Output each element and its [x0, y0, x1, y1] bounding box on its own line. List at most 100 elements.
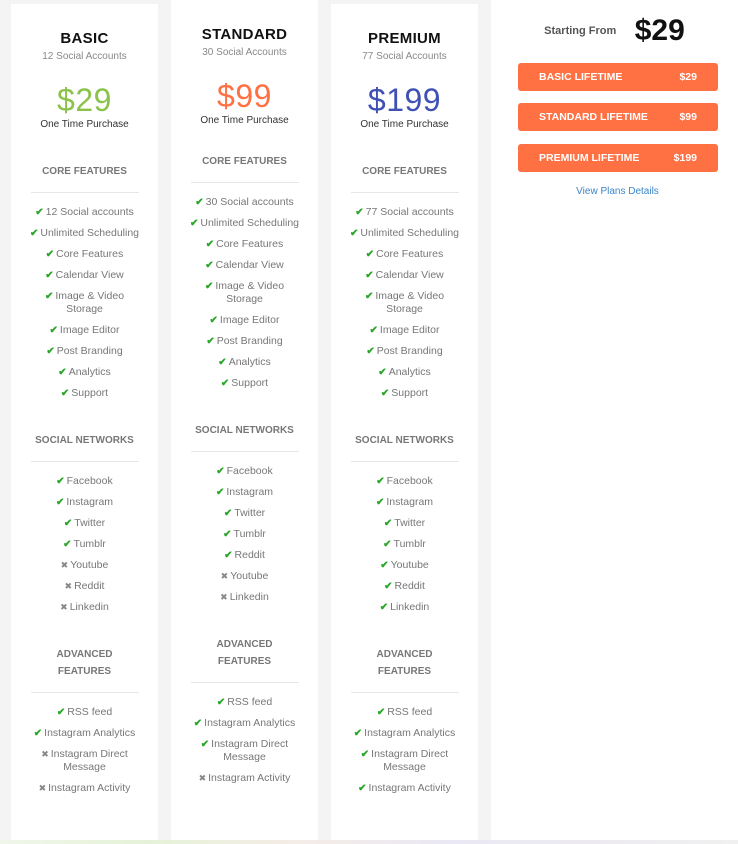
- section-divider: [190, 682, 299, 683]
- premium-lifetime-button[interactable]: PREMIUM LIFETIME $199: [518, 144, 718, 172]
- button-label: STANDARD LIFETIME: [539, 111, 648, 123]
- check-icon: ✔: [33, 728, 43, 739]
- check-icon: ✔: [353, 728, 363, 739]
- feature-label: Image Editor: [219, 314, 280, 326]
- feature-item: ✔ 77 Social accounts: [349, 206, 461, 219]
- check-icon: ✔: [204, 281, 214, 292]
- feature-label: Core Features: [56, 248, 124, 260]
- feature-label: Youtube: [70, 559, 109, 571]
- check-icon: ✔: [189, 218, 199, 229]
- check-icon: ✔: [216, 697, 226, 708]
- feature-label: Support: [231, 377, 269, 389]
- feature-item: ✔ RSS feed: [29, 706, 141, 719]
- check-icon: ✔: [365, 249, 375, 260]
- check-icon: ✔: [60, 388, 70, 399]
- x-icon: ✖: [60, 560, 69, 570]
- feature-item: ✖ Linkedin: [29, 601, 141, 614]
- feature-label: Instagram: [66, 496, 114, 508]
- plan-card-basic: BASIC 12 Social Accounts $29 One Time Purch…: [11, 4, 158, 840]
- feature-label: Tumblr: [233, 528, 266, 540]
- feature-item: ✔ Unlimited Scheduling: [189, 217, 301, 230]
- feature-label: Post Branding: [56, 345, 123, 357]
- feature-item: ✔ Facebook: [189, 465, 301, 478]
- feature-label: Linkedin: [69, 601, 109, 613]
- feature-item: ✖ Reddit: [29, 580, 141, 593]
- feature-item: ✔ Instagram Direct Message: [349, 748, 461, 774]
- check-icon: ✔: [206, 336, 215, 347]
- check-icon: ✔: [224, 550, 233, 561]
- feature-label: Post Branding: [216, 335, 283, 347]
- feature-item: ✔ RSS feed: [189, 696, 301, 709]
- check-icon: ✔: [216, 466, 225, 477]
- feature-item: ✔ Unlimited Scheduling: [29, 227, 141, 240]
- check-icon: ✔: [56, 707, 66, 718]
- feature-item: ✖ Youtube: [189, 570, 301, 583]
- feature-item: ✔ Facebook: [29, 475, 141, 488]
- check-icon: ✔: [365, 270, 374, 281]
- x-icon: ✖: [220, 592, 228, 602]
- feature-label: Youtube: [230, 570, 269, 582]
- x-icon: ✖: [64, 581, 73, 591]
- plan-accounts: 77 Social Accounts: [362, 51, 447, 62]
- feature-item: ✔ Calendar View: [349, 269, 461, 282]
- plan-payment-note: One Time Purchase: [40, 119, 129, 130]
- section-title-social-networks: SOCIAL NETWORKS: [35, 435, 134, 446]
- check-icon: ✔: [369, 325, 378, 336]
- feature-label: Support: [71, 387, 109, 399]
- feature-label: Image & Video Storage: [375, 290, 445, 315]
- feature-label: Instagram Analytics: [364, 727, 456, 739]
- section-divider: [30, 692, 139, 693]
- feature-item: ✔ Analytics: [189, 356, 301, 369]
- feature-item: ✔ Instagram Analytics: [349, 727, 461, 740]
- standard-lifetime-button[interactable]: STANDARD LIFETIME $99: [518, 103, 718, 131]
- check-icon: ✔: [220, 378, 230, 389]
- feature-item: ✔ Analytics: [29, 366, 141, 379]
- starting-from-label: Starting From: [544, 25, 617, 37]
- feature-item: ✔ 12 Social accounts: [29, 206, 141, 219]
- check-icon: ✔: [200, 739, 210, 750]
- plan-name: PREMIUM: [368, 30, 441, 47]
- feature-item: ✔ Instagram Activity: [349, 782, 461, 795]
- section-title-core-features: CORE FEATURES: [362, 166, 447, 177]
- section-divider: [350, 692, 459, 693]
- basic-lifetime-button[interactable]: BASIC LIFETIME $29: [518, 63, 718, 91]
- x-icon: ✖: [220, 571, 229, 581]
- check-icon: ✔: [205, 260, 214, 271]
- feature-label: Instagram: [226, 486, 274, 498]
- check-icon: ✔: [383, 518, 393, 529]
- feature-item: ✔ RSS feed: [349, 706, 461, 719]
- feature-label: Instagram Analytics: [204, 717, 296, 729]
- section-title-social-networks: SOCIAL NETWORKS: [355, 435, 454, 446]
- feature-label: Analytics: [388, 366, 431, 378]
- check-icon: ✔: [378, 367, 387, 378]
- feature-item: ✔ Tumblr: [29, 538, 141, 551]
- plan-card-standard: STANDARD 30 Social Accounts $99 One Time Pu…: [171, 0, 318, 840]
- check-icon: ✔: [360, 749, 370, 760]
- section-title-advanced-features: ADVANCED FEATURES: [216, 639, 273, 667]
- plan-accounts: 12 Social Accounts: [42, 51, 127, 62]
- x-icon: ✖: [60, 602, 68, 612]
- lifetime-deals-panel: Starting From $29 BASIC LIFETIME $29 STA…: [491, 0, 738, 840]
- check-icon: ✔: [355, 207, 364, 218]
- x-icon: ✖: [41, 749, 49, 759]
- feature-label: Tumblr: [73, 538, 106, 550]
- feature-item: ✔ Analytics: [349, 366, 461, 379]
- feature-label: Image & Video Storage: [55, 290, 125, 315]
- view-plans-details-link[interactable]: View Plans Details: [491, 186, 738, 197]
- x-icon: ✖: [38, 783, 47, 793]
- button-price: $99: [679, 111, 697, 123]
- feature-label: Instagram Activity: [208, 772, 291, 784]
- feature-label: Twitter: [234, 507, 266, 519]
- feature-label: Instagram Direct Message: [211, 738, 289, 763]
- feature-label: Unlimited Scheduling: [200, 217, 300, 229]
- feature-label: Analytics: [228, 356, 271, 368]
- feature-item: ✔ Core Features: [29, 248, 141, 261]
- feature-label: Youtube: [390, 559, 429, 571]
- feature-item: ✔ Instagram Direct Message: [189, 738, 301, 764]
- feature-label: Support: [391, 387, 429, 399]
- check-icon: ✔: [58, 367, 67, 378]
- feature-item: ✔ Image & Video Storage: [29, 290, 141, 316]
- feature-label: Linkedin: [229, 591, 269, 603]
- bottom-gradient-strip: [0, 840, 738, 844]
- section-divider: [350, 461, 459, 462]
